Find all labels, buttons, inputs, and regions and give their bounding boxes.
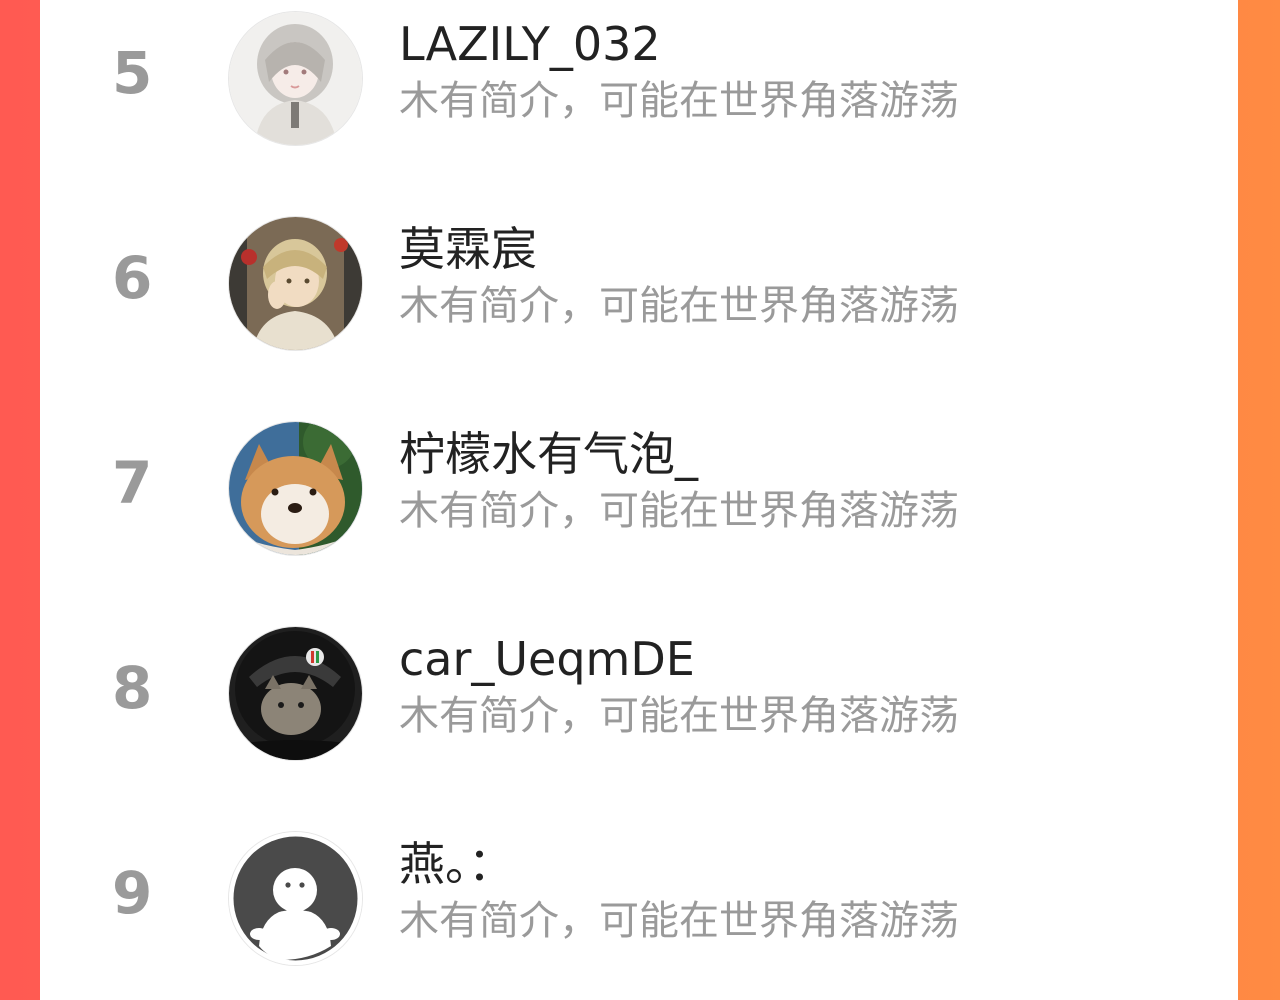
user-name[interactable]: LAZILY_032 [399,12,661,76]
rank-number: 5 [112,39,153,107]
default-user-avatar-icon[interactable] [229,832,362,965]
user-name[interactable]: 柠檬水有气泡_ [399,422,698,486]
rank-number: 6 [112,244,153,312]
user-bio: 木有简介，可能在世界角落游荡 [399,283,959,329]
rank-number: 9 [112,859,153,927]
rank-number: 7 [112,449,153,517]
user-bio: 木有简介，可能在世界角落游荡 [399,898,959,944]
ranking-row[interactable]: 7 柠檬水有气泡_ 木有简介，可能在世界角落游荡 [40,410,1238,560]
ranking-panel: 5 LAZILY_032 木有简介，可能在世界角落游荡 6 莫霖宸 木有简介，可… [40,0,1238,1000]
anime-girl-avatar-icon[interactable] [229,12,362,145]
ranking-row[interactable]: 6 莫霖宸 木有简介，可能在世界角落游荡 [40,205,1238,355]
ranking-row[interactable]: 5 LAZILY_032 木有简介，可能在世界角落游荡 [40,0,1238,150]
rank-number: 8 [112,654,153,722]
ranking-row[interactable]: 8 car_UeqmDE 木有简介，可能在世界角落游荡 [40,615,1238,765]
user-bio: 木有简介，可能在世界角落游荡 [399,693,959,739]
user-name[interactable]: 莫霖宸 [399,217,537,281]
user-bio: 木有简介，可能在世界角落游荡 [399,78,959,124]
user-name[interactable]: car_UeqmDE [399,627,695,691]
user-name[interactable]: 燕。： [399,832,514,896]
shiba-dog-avatar-icon[interactable] [229,422,362,555]
anime-boy-avatar-icon[interactable] [229,217,362,350]
ranking-row[interactable]: 9 燕。： 木有简介，可能在世界角落游荡 [40,820,1238,970]
user-bio: 木有简介，可能在世界角落游荡 [399,488,959,534]
cat-helmet-avatar-icon[interactable] [229,627,362,760]
